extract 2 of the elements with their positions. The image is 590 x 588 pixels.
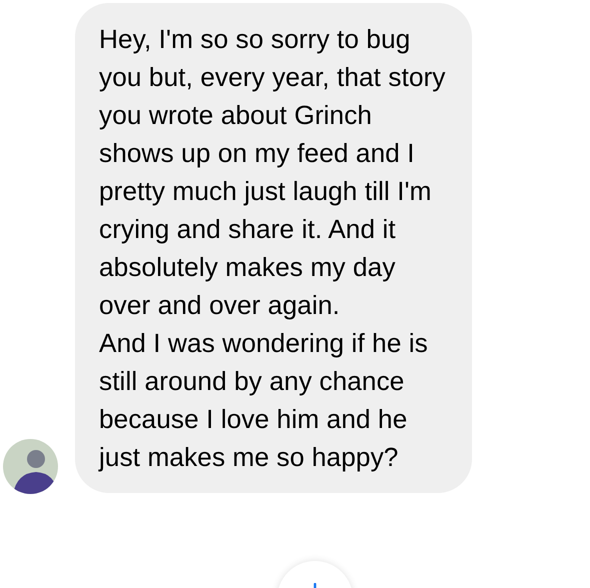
message-text: And I was wondering if he is still around by any chance because I love him and he just makes me so happy? bbox=[99, 327, 429, 474]
message-text: Hey, I'm so so sorry to bug you but, every year, that story you wrote about Grinch shows up on my feed and I pretty much just laugh till I'm crying and share it. And it absolutely makes my day over and over again. bbox=[99, 23, 447, 322]
